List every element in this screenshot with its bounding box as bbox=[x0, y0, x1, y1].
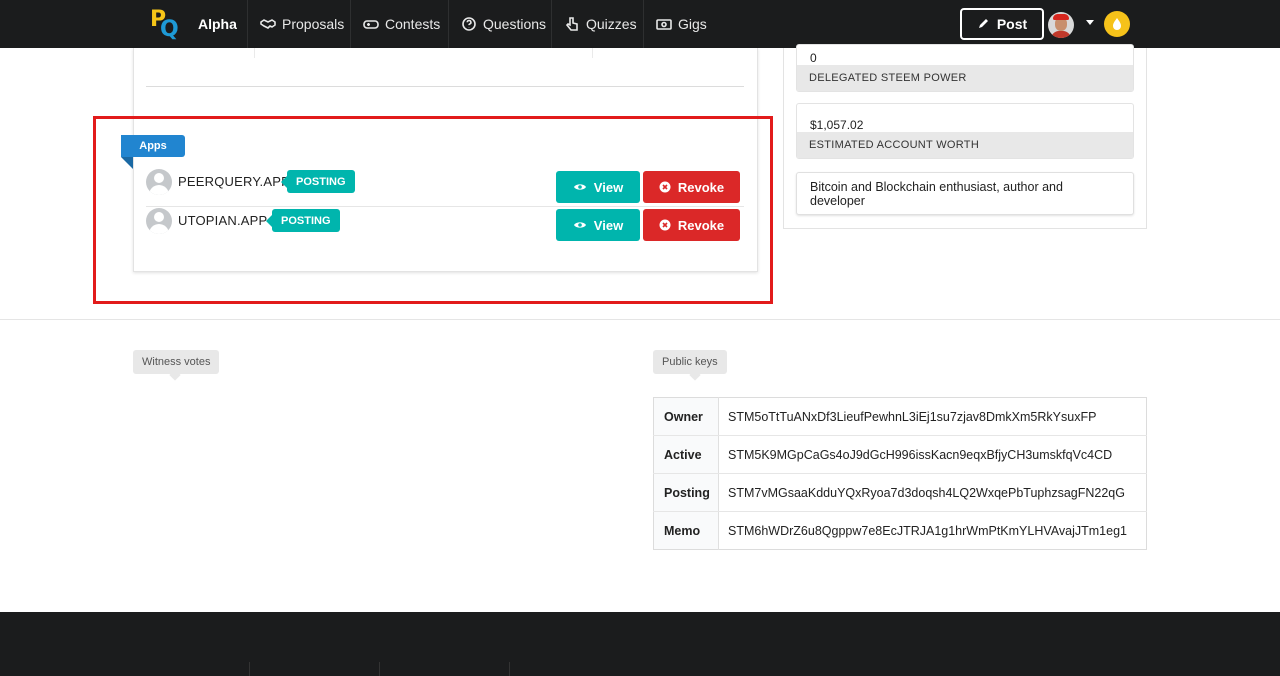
column-divider bbox=[254, 48, 255, 58]
money-icon bbox=[656, 19, 672, 30]
nav-questions-label: Questions bbox=[483, 16, 547, 32]
section-divider bbox=[0, 319, 1280, 320]
annotation-highlight-box bbox=[93, 116, 773, 304]
peerquery-logo[interactable]: PQ bbox=[150, 7, 179, 42]
key-value[interactable]: STM5oTtTuANxDf3LieufPewhnL3iEj1su7zjav8D… bbox=[718, 397, 1147, 436]
nav-contests-label: Contests bbox=[385, 16, 441, 32]
key-type: Active bbox=[653, 435, 719, 474]
page-footer bbox=[0, 612, 1280, 676]
stat-label: ESTIMATED ACCOUNT WORTH bbox=[797, 132, 1133, 158]
question-circle-icon bbox=[462, 17, 476, 31]
stat-label: DELEGATED STEEM POWER bbox=[797, 65, 1133, 91]
nav-questions[interactable]: Questions bbox=[448, 0, 558, 48]
key-type: Memo bbox=[653, 511, 719, 550]
nav-proposals[interactable]: Proposals bbox=[247, 0, 356, 48]
key-value[interactable]: STM7vMGsaaKdduYQxRyoa7d3doqsh4LQ2WxqePbT… bbox=[718, 473, 1147, 512]
table-row: Posting STM7vMGsaaKdduYQxRyoa7d3doqsh4LQ… bbox=[653, 473, 1147, 512]
nav-contests[interactable]: Contests bbox=[350, 0, 452, 48]
witness-votes-label: Witness votes bbox=[133, 350, 220, 374]
post-button-label: Post bbox=[996, 16, 1028, 32]
stat-value: 0 bbox=[810, 51, 817, 65]
table-row: Owner STM5oTtTuANxDf3LieufPewhnL3iEj1su7… bbox=[653, 397, 1147, 436]
nav-quizzes[interactable]: Quizzes bbox=[551, 0, 649, 48]
nav-alpha[interactable]: Alpha bbox=[186, 0, 249, 48]
nav-gigs[interactable]: Gigs bbox=[643, 0, 719, 48]
gamepad-icon bbox=[363, 20, 379, 29]
key-type: Posting bbox=[653, 473, 719, 512]
profile-bio: Bitcoin and Blockchain enthusiast, autho… bbox=[796, 172, 1134, 215]
steem-coin-icon[interactable] bbox=[1104, 11, 1130, 37]
nav-quizzes-label: Quizzes bbox=[586, 16, 637, 32]
stat-delegated-steem-power: 0 DELEGATED STEEM POWER bbox=[796, 44, 1134, 92]
nav-alpha-label: Alpha bbox=[198, 16, 237, 32]
table-row: Memo STM6hWDrZ6u8Qgppw7e8EcJTRJA1g1hrWmP… bbox=[653, 511, 1147, 550]
key-type: Owner bbox=[653, 397, 719, 436]
footer-divider bbox=[509, 662, 510, 676]
key-value[interactable]: STM5K9MGpCaGs4oJ9dGcH996issKacn9eqxBfjyC… bbox=[718, 435, 1147, 474]
top-navbar: PQ Alpha Proposals Contests Questions Qu… bbox=[0, 0, 1280, 48]
stat-value: $1,057.02 bbox=[810, 118, 864, 132]
section-divider bbox=[146, 86, 744, 87]
footer-divider bbox=[249, 662, 250, 676]
public-keys-label: Public keys bbox=[653, 350, 727, 374]
pencil-icon bbox=[978, 19, 988, 28]
handshake-icon bbox=[260, 19, 276, 29]
public-keys-table: Owner STM5oTtTuANxDf3LieufPewhnL3iEj1su7… bbox=[653, 397, 1147, 550]
nav-proposals-label: Proposals bbox=[282, 16, 345, 32]
table-row: Active STM5K9MGpCaGs4oJ9dGcH996issKacn9e… bbox=[653, 435, 1147, 474]
user-avatar[interactable] bbox=[1048, 12, 1074, 38]
stat-estimated-account-worth: $1,057.02 ESTIMATED ACCOUNT WORTH bbox=[796, 103, 1134, 159]
chevron-down-icon[interactable] bbox=[1086, 20, 1094, 25]
post-button[interactable]: Post bbox=[960, 8, 1044, 40]
footer-divider bbox=[379, 662, 380, 676]
pointer-icon bbox=[565, 17, 578, 31]
nav-gigs-label: Gigs bbox=[678, 16, 707, 32]
key-value[interactable]: STM6hWDrZ6u8Qgppw7e8EcJTRJA1g1hrWmPtKmYL… bbox=[719, 512, 1147, 550]
column-divider bbox=[592, 48, 593, 58]
